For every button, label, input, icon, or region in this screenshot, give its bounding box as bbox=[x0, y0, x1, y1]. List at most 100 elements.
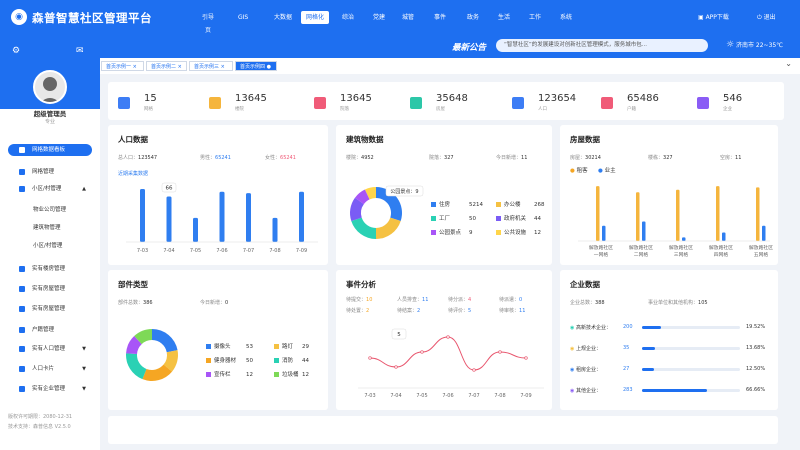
sidebar-footer: 版权许可期限：2080-12-31 技术支持：森普信息 V2.5.0 bbox=[8, 412, 72, 432]
event-point-2 bbox=[420, 350, 424, 354]
menu-label: 实有楼房管理 bbox=[32, 266, 66, 272]
tabs-bar: 首页示例一 × 首页示例二 × 首页示例三 × 首页示例四 ● ⌄ bbox=[100, 58, 800, 74]
support-text: 技术支持：森普信息 V2.5.0 bbox=[8, 424, 71, 430]
tab-0[interactable]: 首页示例一 × bbox=[101, 61, 144, 71]
menu-label: 建筑物管理 bbox=[33, 225, 61, 231]
housing-card: 房屋数据 房屋：30214 楼栋：327 空房：11 ● 租客 ● 业主 解放路… bbox=[560, 125, 778, 265]
bld-legend-0: 住房 5214 bbox=[431, 200, 483, 208]
avatar[interactable] bbox=[33, 70, 67, 104]
house-bar-3-0 bbox=[716, 186, 720, 241]
legend-value: 12 bbox=[302, 372, 309, 378]
enterprise-progress-fill bbox=[642, 368, 655, 371]
house-xtick-b-4: 五网格 bbox=[754, 251, 769, 258]
stat-value: 13645 bbox=[235, 93, 267, 104]
stat-value: 35648 bbox=[436, 93, 468, 104]
legend-value: 44 bbox=[534, 216, 541, 222]
components-card: 部件类型 部件总数：386 今日新增：0 摄像头 53 路灯 29 健身器材 50 消防 44… bbox=[108, 270, 328, 410]
nav-item-6[interactable]: 城管 bbox=[398, 11, 418, 24]
pop-bar-4 bbox=[246, 193, 251, 242]
stat-6: 546 企业 bbox=[687, 91, 777, 112]
bld-legend-2: 工厂 50 bbox=[431, 214, 476, 222]
menu-item-12[interactable]: 实有企业管理 ▼ bbox=[8, 383, 92, 395]
nav-item-3[interactable]: 网格化 bbox=[301, 11, 329, 24]
event-line bbox=[369, 336, 527, 371]
pop-bar-6 bbox=[299, 191, 304, 242]
stat-label: 网格 bbox=[144, 107, 153, 112]
app-title: 森普智慧社区管理平台 bbox=[32, 11, 152, 25]
nav-item-10[interactable]: 工作 bbox=[525, 11, 545, 24]
top-bar: ◉ 森普智慧社区管理平台 引导页 GIS 大数据 网格化 综治 党建 城管 事件 政务 生活 工作系… bbox=[0, 0, 800, 34]
enterprise-progress-track bbox=[642, 368, 740, 371]
tab-2[interactable]: 首页示例三 × bbox=[189, 61, 233, 71]
menu-item-0[interactable]: 网格数据看板 bbox=[8, 144, 92, 156]
menu-label: 网格数据看板 bbox=[32, 147, 66, 153]
enterprise-row-pct: 19.52% bbox=[746, 324, 766, 330]
menu-item-3[interactable]: 物业公司管理 bbox=[8, 204, 92, 216]
population-card: 人口数据 总人口：123547 男性：65241 女性：65241 近期采集数据… bbox=[108, 125, 328, 265]
nav-item-7[interactable]: 事件 bbox=[430, 11, 450, 24]
menu-item-8[interactable]: 实有房屋管理 bbox=[8, 303, 92, 315]
nav-item-2[interactable]: 大数据 bbox=[270, 11, 296, 24]
notice-marquee[interactable]: “智慧社区”的发展建设对创新社区管理模式，服务城市包... bbox=[496, 39, 708, 52]
legend-value: 50 bbox=[246, 358, 253, 364]
menu-label: 网格管理 bbox=[32, 169, 55, 175]
legend-swatch bbox=[206, 344, 211, 349]
tab-1[interactable]: 首页示例二 × bbox=[146, 61, 187, 71]
event-xtick-5: 7-08 bbox=[494, 393, 505, 399]
menu-icon bbox=[19, 169, 25, 175]
menu-item-6[interactable]: 实有楼房管理 bbox=[8, 263, 92, 275]
chevron-down-icon[interactable]: ⌄ bbox=[785, 59, 792, 68]
legend-value: 9 bbox=[469, 230, 473, 236]
chevron-icon: ▲ bbox=[82, 186, 86, 192]
legend-swatch bbox=[496, 216, 501, 221]
event-xtick-3: 7-06 bbox=[442, 393, 453, 399]
menu-item-1[interactable]: 网格管理 bbox=[8, 166, 92, 178]
stat-label: 企业 bbox=[723, 107, 732, 112]
legend-swatch bbox=[496, 202, 501, 207]
comp-legend-1: 路灯 29 bbox=[274, 342, 309, 350]
menu-icon bbox=[19, 386, 25, 392]
legend-label: 路灯 bbox=[282, 344, 294, 350]
legend-swatch bbox=[274, 358, 279, 363]
menu-item-4[interactable]: 建筑物管理 bbox=[8, 222, 92, 234]
nav-item-1[interactable]: GIS bbox=[234, 11, 252, 24]
nav-item-4[interactable]: 综治 bbox=[338, 11, 358, 24]
mail-icon[interactable]: ✉ bbox=[76, 46, 84, 56]
house-xtick-a-3: 解放路社区 bbox=[709, 244, 733, 251]
menu-label: 户籍管理 bbox=[32, 327, 55, 333]
menu-item-11[interactable]: 人口卡片 ▼ bbox=[8, 363, 92, 375]
stat-icon bbox=[601, 97, 613, 109]
enterprise-progress-fill bbox=[642, 326, 662, 329]
components-donut-chart bbox=[126, 329, 178, 381]
menu-item-7[interactable]: 实有房屋管理 bbox=[8, 283, 92, 295]
comp-legend-4: 宣传栏 12 bbox=[206, 370, 253, 378]
stat-label: 户籍 bbox=[627, 107, 636, 112]
nav-item-8[interactable]: 政务 bbox=[463, 11, 483, 24]
legend-label: 健身器材 bbox=[214, 358, 237, 364]
enterprise-row-pct: 66.66% bbox=[746, 387, 766, 393]
pop-bar-0 bbox=[140, 188, 145, 242]
events-line-chart: 7-03 7-04 7-05 7-06 7-07 7-08 7-09 5 bbox=[358, 328, 544, 399]
legend-label: 住房 bbox=[439, 202, 451, 208]
menu-item-5[interactable]: 小区/村管理 bbox=[8, 240, 92, 252]
settings-icon[interactable]: ⚙ bbox=[12, 46, 20, 56]
comp-slice-3 bbox=[126, 353, 147, 380]
legend-value: 44 bbox=[302, 358, 309, 364]
logo-icon: ◉ bbox=[11, 9, 27, 25]
legend-swatch bbox=[496, 230, 501, 235]
legend-swatch bbox=[274, 344, 279, 349]
nav-item-0[interactable]: 引导页 bbox=[196, 11, 220, 34]
nav-item-11[interactable]: 系统 bbox=[556, 11, 576, 24]
nav-item-5[interactable]: 党建 bbox=[369, 11, 389, 24]
tab-3[interactable]: 首页示例四 ● bbox=[235, 61, 277, 71]
logout-button[interactable]: ⏻ 退出 bbox=[757, 11, 776, 24]
menu-item-2[interactable]: 小区/村管理 ▲ bbox=[8, 183, 92, 195]
legend-label: 公园景点 bbox=[439, 230, 462, 236]
menu-icon bbox=[19, 186, 25, 192]
menu-item-9[interactable]: 户籍管理 bbox=[8, 324, 92, 336]
menu-item-10[interactable]: 实有人口管理 ▼ bbox=[8, 343, 92, 355]
event-xtick-4: 7-07 bbox=[468, 393, 479, 399]
app-download-button[interactable]: ▣ APP下载 bbox=[698, 11, 729, 24]
stat-label: 房屋 bbox=[436, 107, 445, 112]
nav-item-9[interactable]: 生活 bbox=[494, 11, 514, 24]
